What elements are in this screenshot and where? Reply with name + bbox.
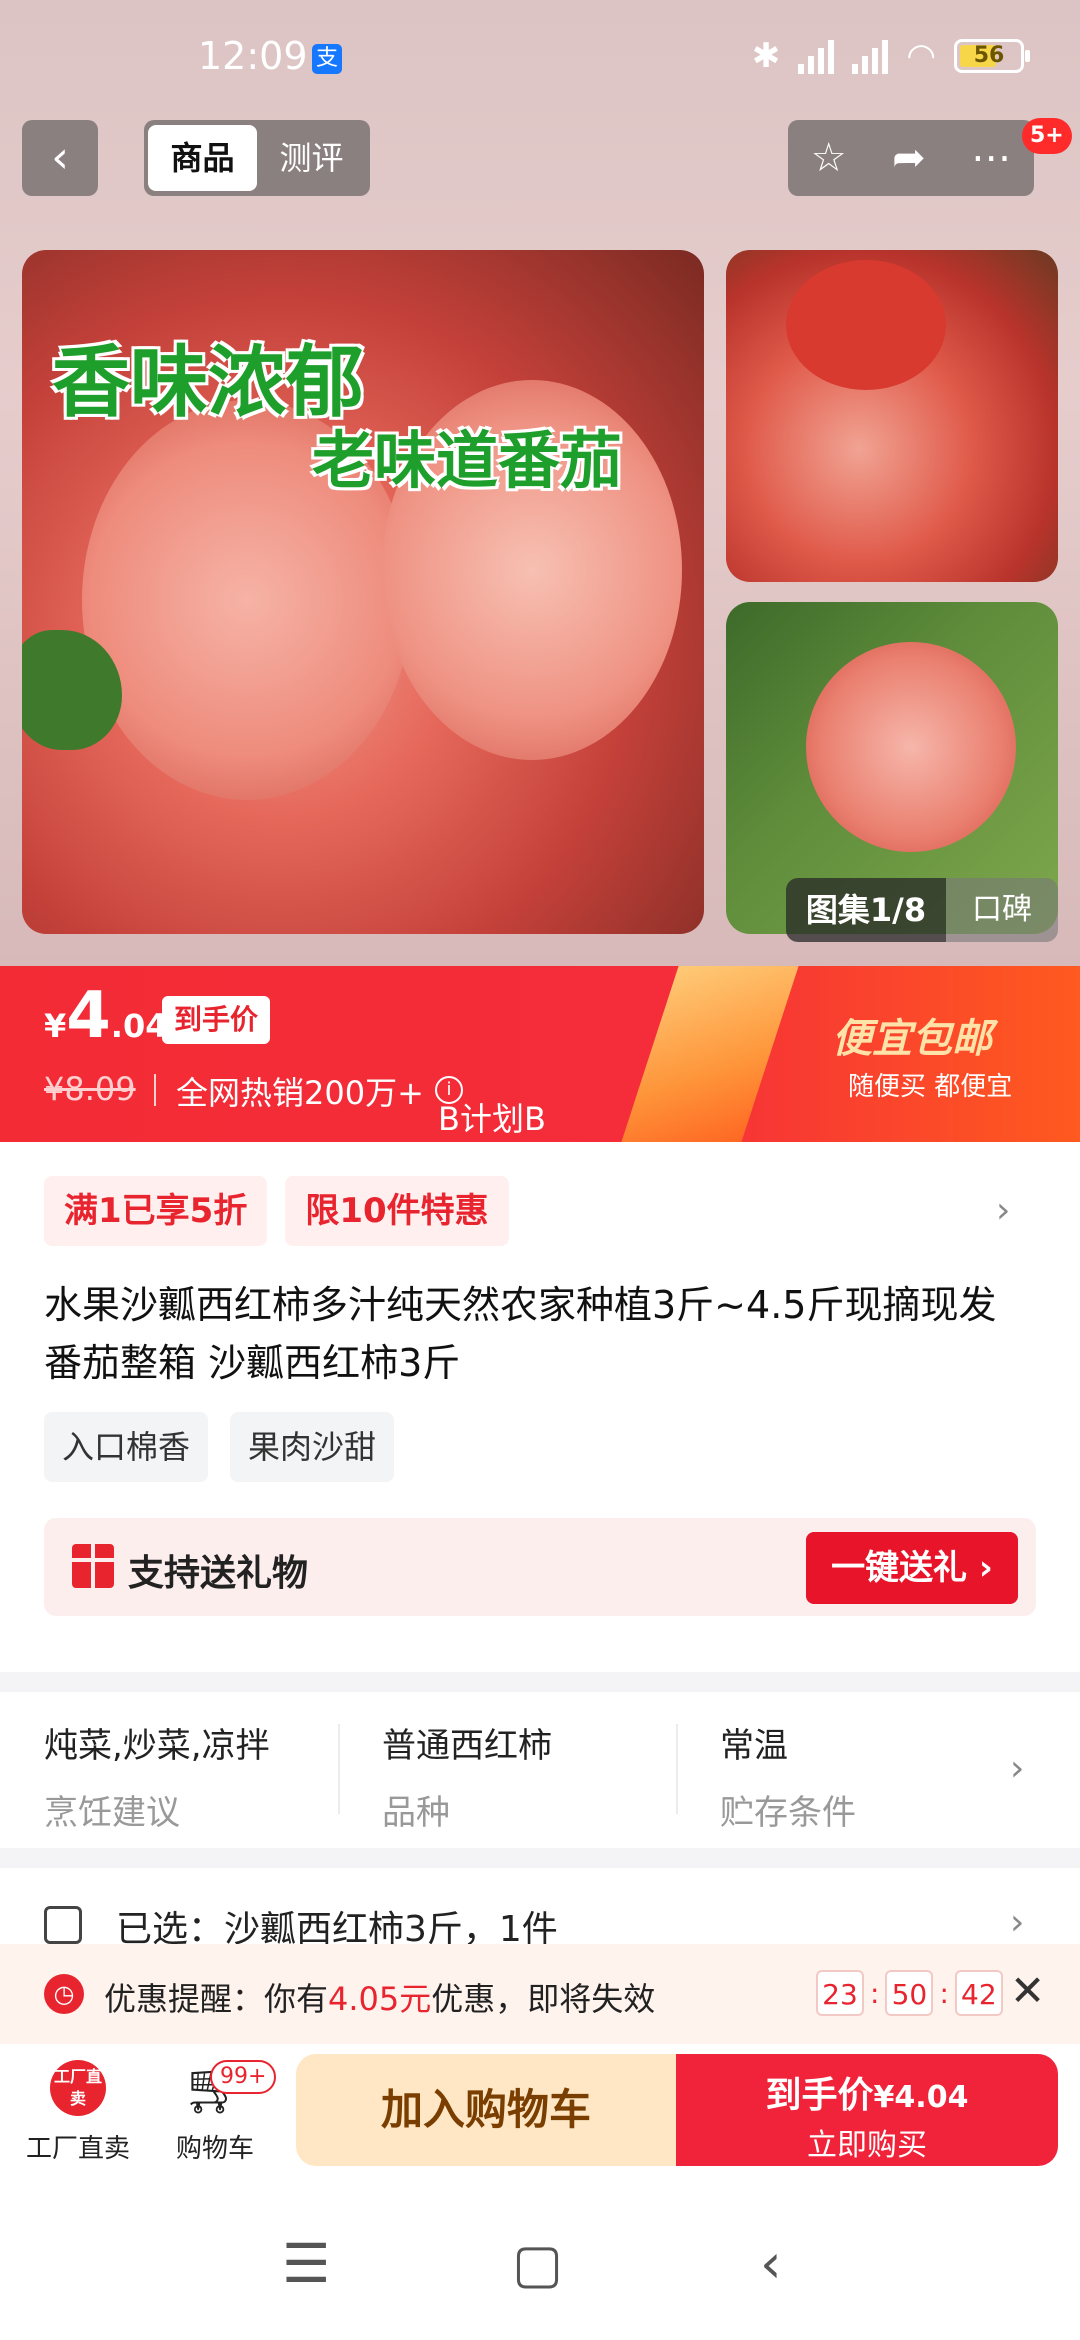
notification-badge: 5+ (1022, 118, 1072, 154)
home-icon[interactable]: ▢ (512, 2232, 563, 2295)
clock-icon: ◷ (44, 1974, 84, 2014)
status-indicators: ✱ ◠ 56 (751, 36, 1030, 76)
add-to-cart-button[interactable]: 加入购物车 (296, 2054, 676, 2166)
attribute-cooking: 炖菜,炒菜,凉拌 烹饪建议 (44, 1726, 270, 1833)
product-tag: 果肉沙甜 (230, 1412, 395, 1482)
wifi-icon: ◠ (906, 36, 936, 76)
countdown-minutes: 50 (885, 1970, 934, 2016)
product-detail-page: 12:09 支 ✱ ◠ 56 ‹ 商品 测评 ☆ ➦ ⋯ 5+ 香味浓郁 老味道… (0, 0, 1080, 2340)
buy-now-button[interactable]: 到手价¥4.04 立即购买 (676, 2054, 1058, 2166)
menu-icon[interactable]: ☰ (282, 2232, 330, 2295)
reviews-button[interactable]: 口碑 (946, 878, 1058, 942)
countdown-seconds: 42 (954, 1970, 1003, 2016)
gallery-button[interactable]: 图集1/8 (786, 878, 946, 942)
bottom-action-bar: 工厂直卖 工厂直卖 🛒︎ 99+ 购物车 加入购物车 到手价¥4.04 立即购买 (0, 2044, 1080, 2184)
reminder-text: 优惠提醒：你有4.05元优惠，即将失效 (104, 1980, 656, 2018)
back-icon[interactable]: ‹ (760, 2232, 782, 2295)
main-product-image[interactable]: 香味浓郁 老味道番茄 (22, 250, 704, 934)
gift-banner: 支持送礼物 一键送礼 › (44, 1518, 1036, 1616)
promo-title: 便宜包邮 (832, 1016, 992, 1062)
cart-label: 购物车 (175, 2134, 254, 2164)
chevron-right-icon[interactable]: › (996, 1190, 1010, 1231)
section-divider (0, 1672, 1080, 1692)
top-nav: ‹ 商品 测评 ☆ ➦ ⋯ 5+ (0, 118, 1080, 198)
section-divider (0, 1848, 1080, 1868)
action-buttons: ☆ ➦ ⋯ (788, 120, 1034, 196)
status-time: 12:09 (198, 34, 308, 78)
buy-price: ¥4.04 (873, 2080, 969, 2115)
signal-icon (798, 38, 835, 74)
more-icon[interactable]: ⋯ (971, 135, 1011, 181)
signal-icon-2 (852, 38, 889, 74)
coupon-discount[interactable]: 满1已享5折 (44, 1176, 268, 1246)
chevron-right-icon[interactable]: › (1010, 1902, 1024, 1943)
reminder-amount: 4.05元 (328, 1980, 432, 2018)
product-tag: 入口棉香 (44, 1412, 209, 1482)
promo-subtitle: 随便买 都便宜 (848, 1072, 1013, 1102)
factory-direct-button[interactable]: 工厂直卖 工厂直卖 (18, 2060, 138, 2165)
alipay-icon: 支 (312, 44, 342, 74)
send-gift-button[interactable]: 一键送礼 › (806, 1532, 1018, 1604)
countdown-hours: 23 (816, 1970, 864, 2016)
plan-label: B计划B (438, 1100, 546, 1138)
chevron-right-icon[interactable]: › (1010, 1748, 1024, 1789)
tab-switcher: 商品 测评 (144, 120, 370, 196)
original-price: ¥8.09 (44, 1070, 136, 1108)
countdown-timer: 23 : 50 : 42 (816, 1970, 1003, 2016)
coupon-limited[interactable]: 限10件特惠 (285, 1176, 509, 1246)
attributes-row[interactable]: 炖菜,炒菜,凉拌 烹饪建议 普通西红柿 品种 常温 贮存条件 (0, 1692, 1080, 1848)
selected-spec-row[interactable]: 已选：沙瓤西红柿3斤，1件 › (0, 1868, 1080, 1950)
close-icon[interactable]: ✕ (1010, 1966, 1045, 2015)
coupon-row[interactable]: 满1已享5折 限10件特惠 (44, 1176, 509, 1246)
spec-icon (44, 1906, 82, 1944)
bluetooth-icon: ✱ (751, 36, 781, 76)
system-nav-bar: ☰ ▢ ‹ (0, 2184, 1080, 2340)
gift-icon (72, 1544, 114, 1588)
factory-label: 工厂直卖 (25, 2134, 130, 2164)
current-price: ¥ 4 .04 (44, 979, 168, 1053)
back-button[interactable]: ‹ (22, 120, 98, 196)
attribute-variety: 普通西红柿 品种 (338, 1692, 676, 1848)
thumbnail-image-1[interactable] (726, 250, 1058, 582)
discount-reminder: ◷ 优惠提醒：你有4.05元优惠，即将失效 23 : 50 : 42 ✕ (0, 1944, 1080, 2044)
price-divider (154, 1074, 156, 1106)
hero-section: 12:09 支 ✱ ◠ 56 ‹ 商品 测评 ☆ ➦ ⋯ 5+ 香味浓郁 老味道… (0, 0, 1080, 966)
tab-review[interactable]: 测评 (257, 125, 366, 191)
cart-button[interactable]: 🛒︎ 99+ 购物车 (160, 2060, 277, 2165)
gallery-bar: 图集1/8 口碑 (786, 878, 1058, 942)
battery-icon: 56 (954, 39, 1030, 73)
attribute-storage: 常温 贮存条件 (676, 1692, 1014, 1848)
gift-text: 支持送礼物 (128, 1553, 309, 1594)
factory-icon: 工厂直卖 (50, 2060, 106, 2116)
share-icon[interactable]: ➦ (892, 135, 926, 181)
final-price-tag: 到手价 (162, 996, 271, 1044)
product-title: 水果沙瓤西红柿多汁纯天然农家种植3斤~4.5斤现摘现发番茄整箱 沙瓤西红柿3斤 (44, 1283, 997, 1385)
status-bar: 12:09 支 ✱ ◠ 56 (0, 0, 1080, 118)
cart-count-badge: 99+ (210, 2060, 277, 2094)
lightning-decoration (621, 966, 799, 1142)
hot-sales-text: 全网热销200万+ (176, 1074, 424, 1112)
tab-product[interactable]: 商品 (148, 125, 257, 191)
price-banner: ¥ 4 .04 到手价 ¥8.09 全网热销200万+ i B计划B 便宜包邮 … (0, 966, 1080, 1142)
image-caption-line2: 老味道番茄 (312, 424, 623, 497)
product-tags: 入口棉香 果肉沙甜 (44, 1412, 395, 1482)
star-icon[interactable]: ☆ (811, 135, 847, 181)
